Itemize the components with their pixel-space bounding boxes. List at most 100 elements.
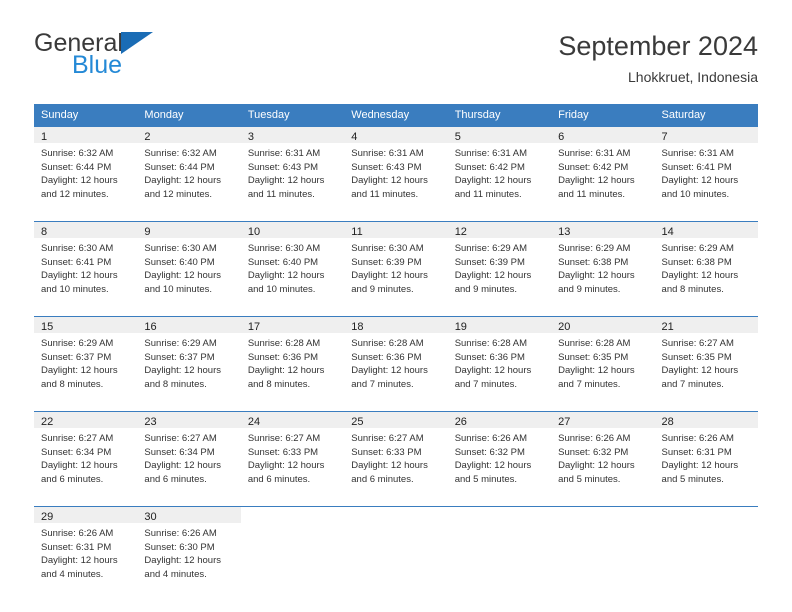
calendar-day-cell[interactable]: 14 Sunrise: 6:29 AM Sunset: 6:38 PM Dayligh… [654,221,758,306]
day-sun-info: Sunrise: 6:28 AM Sunset: 6:36 PM Daylight:… [344,333,447,391]
calendar-day-cell[interactable]: 8 Sunrise: 6:30 AM Sunset: 6:41 PM Daylight… [34,221,138,306]
calendar-day-cell[interactable]: 26 Sunrise: 6:26 AM Sunset: 6:32 PM Dayligh… [447,411,552,496]
calendar-day-cell[interactable]: 28 Sunrise: 6:26 AM Sunset: 6:31 PM Dayligh… [654,411,758,496]
calendar-day-cell[interactable]: 9 Sunrise: 6:30 AM Sunset: 6:40 PM Daylight… [137,221,241,306]
general-blue-logo[interactable]: General Blue [34,30,214,88]
day-cell-inner: 21 Sunrise: 6:27 AM Sunset: 6:35 PM Dayligh… [654,317,758,401]
day-daylight2-text: and 9 minutes. [558,283,621,295]
day-cell-inner: 23 Sunrise: 6:27 AM Sunset: 6:34 PM Dayligh… [137,412,241,496]
day-sunrise-text: Sunrise: 6:31 AM [558,148,631,159]
day-number: 4 [344,127,448,143]
day-daylight1-text: Daylight: 12 hours [144,175,221,187]
calendar-day-cell[interactable]: 17 Sunrise: 6:28 AM Sunset: 6:36 PM Dayligh… [240,316,345,401]
day-cell-inner: 19 Sunrise: 6:28 AM Sunset: 6:36 PM Dayligh… [447,317,552,401]
calendar-day-cell[interactable]: 16 Sunrise: 6:29 AM Sunset: 6:37 PM Dayligh… [137,316,241,401]
day-cell-inner: 6 Sunrise: 6:31 AM Sunset: 6:42 PM Daylight… [551,127,655,211]
day-cell-inner: 8 Sunrise: 6:30 AM Sunset: 6:41 PM Daylight… [34,222,138,306]
day-number: 27 [551,412,655,428]
calendar-day-cell[interactable]: 15 Sunrise: 6:29 AM Sunset: 6:37 PM Dayligh… [34,316,138,401]
calendar-day-cell[interactable]: 5 Sunrise: 6:31 AM Sunset: 6:42 PM Daylight… [447,126,552,211]
day-daylight1-text: Daylight: 12 hours [351,175,428,187]
day-sun-info: Sunrise: 6:29 AM Sunset: 6:39 PM Daylight:… [448,238,551,296]
day-sunrise-text: Sunrise: 6:27 AM [351,433,424,444]
day-number: 28 [654,412,758,428]
day-sunset-text: Sunset: 6:37 PM [144,351,215,363]
day-cell-inner: 13 Sunrise: 6:29 AM Sunset: 6:38 PM Dayligh… [551,222,655,306]
day-sun-info: Sunrise: 6:30 AM Sunset: 6:40 PM Daylight:… [241,238,344,296]
week-spacer [34,211,758,222]
day-daylight2-text: and 4 minutes. [41,568,104,580]
day-sun-info: Sunrise: 6:30 AM Sunset: 6:40 PM Daylight:… [137,238,240,296]
day-sunrise-text: Sunrise: 6:26 AM [144,528,217,539]
day-cell-inner: 11 Sunrise: 6:30 AM Sunset: 6:39 PM Dayligh… [344,222,448,306]
calendar-day-cell[interactable]: 18 Sunrise: 6:28 AM Sunset: 6:36 PM Dayligh… [344,316,448,401]
day-daylight2-text: and 11 minutes. [247,188,315,200]
calendar-day-cell[interactable]: 13 Sunrise: 6:29 AM Sunset: 6:38 PM Dayligh… [551,221,655,306]
day-sunset-text: Sunset: 6:30 PM [144,541,215,553]
calendar-day-cell[interactable]: 11 Sunrise: 6:30 AM Sunset: 6:39 PM Dayligh… [344,221,448,306]
calendar-day-cell[interactable]: 29 Sunrise: 6:26 AM Sunset: 6:31 PM Dayligh… [34,506,138,591]
day-sunset-text: Sunset: 6:32 PM [558,446,629,458]
calendar-empty-cell [654,506,758,591]
calendar-day-cell[interactable]: 6 Sunrise: 6:31 AM Sunset: 6:42 PM Daylight… [551,126,655,211]
day-number: 15 [34,317,138,333]
day-sunset-text: Sunset: 6:39 PM [454,256,525,268]
day-daylight1-text: Daylight: 12 hours [558,460,635,472]
calendar-day-cell[interactable]: 10 Sunrise: 6:30 AM Sunset: 6:40 PM Dayligh… [240,221,345,306]
day-number [241,507,344,523]
weekday-header-sunday: Sunday [34,104,138,127]
week-spacer [34,306,758,317]
day-cell-inner: 18 Sunrise: 6:28 AM Sunset: 6:36 PM Dayligh… [344,317,448,401]
calendar-day-cell[interactable]: 27 Sunrise: 6:26 AM Sunset: 6:32 PM Dayligh… [551,411,655,496]
calendar-day-cell[interactable]: 4 Sunrise: 6:31 AM Sunset: 6:43 PM Daylight… [344,126,448,211]
day-cell-inner: 9 Sunrise: 6:30 AM Sunset: 6:40 PM Daylight… [137,222,241,306]
calendar-day-cell[interactable]: 30 Sunrise: 6:26 AM Sunset: 6:30 PM Dayligh… [137,506,241,591]
calendar-day-cell[interactable]: 21 Sunrise: 6:27 AM Sunset: 6:35 PM Dayligh… [654,316,758,401]
day-daylight1-text: Daylight: 12 hours [247,460,325,472]
logo-triangle-icon [120,32,153,54]
day-sun-info: Sunrise: 6:31 AM Sunset: 6:42 PM Daylight:… [551,143,654,201]
calendar-day-cell[interactable]: 20 Sunrise: 6:28 AM Sunset: 6:35 PM Dayligh… [551,316,655,401]
day-sun-info: Sunrise: 6:30 AM Sunset: 6:41 PM Daylight:… [34,238,137,296]
day-sunrise-text: Sunrise: 6:31 AM [454,148,528,159]
day-sun-info: Sunrise: 6:29 AM Sunset: 6:37 PM Daylight:… [137,333,240,391]
calendar-day-cell[interactable]: 24 Sunrise: 6:27 AM Sunset: 6:33 PM Dayligh… [240,411,345,496]
day-number [448,507,551,523]
day-sunrise-text: Sunrise: 6:29 AM [41,338,114,349]
day-number: 11 [344,222,448,238]
day-daylight2-text: and 5 minutes. [661,473,724,485]
day-number [655,507,758,523]
calendar-day-cell[interactable]: 3 Sunrise: 6:31 AM Sunset: 6:43 PM Daylight… [240,126,345,211]
calendar-page: General Blue September 2024 Lhokkruet, I… [0,0,792,612]
day-cell-inner [655,507,758,591]
calendar-day-cell[interactable]: 7 Sunrise: 6:31 AM Sunset: 6:41 PM Daylight… [654,126,758,211]
calendar-day-cell[interactable]: 19 Sunrise: 6:28 AM Sunset: 6:36 PM Dayligh… [447,316,552,401]
day-sunrise-text: Sunrise: 6:27 AM [661,338,734,349]
day-sunset-text: Sunset: 6:41 PM [661,161,732,173]
day-sunrise-text: Sunrise: 6:26 AM [661,433,734,444]
day-number: 2 [137,127,241,143]
day-cell-inner: 17 Sunrise: 6:28 AM Sunset: 6:36 PM Dayligh… [240,317,345,401]
day-number: 6 [551,127,655,143]
day-cell-inner: 3 Sunrise: 6:31 AM Sunset: 6:43 PM Daylight… [240,127,345,211]
day-number: 3 [240,127,345,143]
calendar-day-cell[interactable]: 12 Sunrise: 6:29 AM Sunset: 6:39 PM Dayligh… [447,221,552,306]
day-sunset-text: Sunset: 6:40 PM [144,256,215,268]
calendar-day-cell[interactable]: 2 Sunrise: 6:32 AM Sunset: 6:44 PM Daylight… [137,126,241,211]
day-sunset-text: Sunset: 6:38 PM [661,256,732,268]
day-sunrise-text: Sunrise: 6:27 AM [41,433,114,444]
calendar-day-cell[interactable]: 23 Sunrise: 6:27 AM Sunset: 6:34 PM Dayligh… [137,411,241,496]
day-sun-info: Sunrise: 6:31 AM Sunset: 6:41 PM Daylight:… [655,143,758,201]
calendar-day-cell[interactable]: 25 Sunrise: 6:27 AM Sunset: 6:33 PM Dayligh… [344,411,448,496]
day-daylight1-text: Daylight: 12 hours [454,460,532,472]
weekday-header-thursday: Thursday [447,104,552,127]
day-daylight1-text: Daylight: 12 hours [144,270,221,282]
day-sun-info: Sunrise: 6:30 AM Sunset: 6:39 PM Daylight:… [344,238,447,296]
day-sun-info: Sunrise: 6:32 AM Sunset: 6:44 PM Daylight:… [34,143,137,201]
calendar-day-cell[interactable]: 22 Sunrise: 6:27 AM Sunset: 6:34 PM Dayligh… [34,411,138,496]
calendar-day-cell[interactable]: 1 Sunrise: 6:32 AM Sunset: 6:44 PM Daylight… [34,126,138,211]
day-cell-inner: 7 Sunrise: 6:31 AM Sunset: 6:41 PM Daylight… [654,127,758,211]
day-sunset-text: Sunset: 6:41 PM [41,256,112,268]
day-sun-info: Sunrise: 6:29 AM Sunset: 6:37 PM Daylight:… [34,333,137,391]
day-sun-info: Sunrise: 6:27 AM Sunset: 6:33 PM Daylight:… [241,428,344,486]
